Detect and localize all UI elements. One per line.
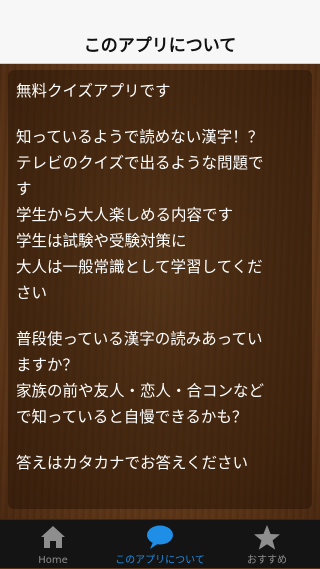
text-line: さい <box>16 284 48 302</box>
text-line: 知っているようで読めない漢字！？ <box>16 128 264 146</box>
page-title: このアプリについて <box>83 36 237 56</box>
home-icon <box>39 524 67 554</box>
text-line: 学生は試験や受験対策に <box>16 232 187 250</box>
tab-label: このアプリについて <box>115 555 205 566</box>
text-line: で知っていると自慢できるかも？ <box>16 408 248 426</box>
text-line: 大人は一般常識として学習してくだ <box>16 258 263 276</box>
tab-label: おすすめ <box>247 555 287 566</box>
text-line: 普段使っている漢字の読みあってい <box>16 330 263 348</box>
navigation-bar: このアプリについて <box>0 0 320 64</box>
tab-home[interactable]: Home <box>0 520 106 569</box>
tab-label: Home <box>38 555 68 566</box>
text-line: 無料クイズアプリです <box>16 82 171 100</box>
text-line: 学生から大人楽しめる内容です <box>16 206 234 224</box>
text-line: す <box>16 180 32 198</box>
text-line: ますか？ <box>16 356 79 374</box>
about-text: 無料クイズアプリです 知っているようで読めない漢字！？ テレビのクイズで出るよう… <box>16 78 306 476</box>
speech-bubble-icon <box>145 524 175 554</box>
tab-about[interactable]: このアプリについて <box>107 520 213 569</box>
text-line: 答えはカタカナでお答えください <box>16 454 249 472</box>
tab-bar: Home このアプリについて おすすめ <box>0 519 320 568</box>
tab-recommend[interactable]: おすすめ <box>214 520 320 569</box>
text-line: テレビのクイズで出るような問題で <box>16 154 264 172</box>
text-line: 家族の前や友人・恋人・合コンなど <box>16 382 265 400</box>
